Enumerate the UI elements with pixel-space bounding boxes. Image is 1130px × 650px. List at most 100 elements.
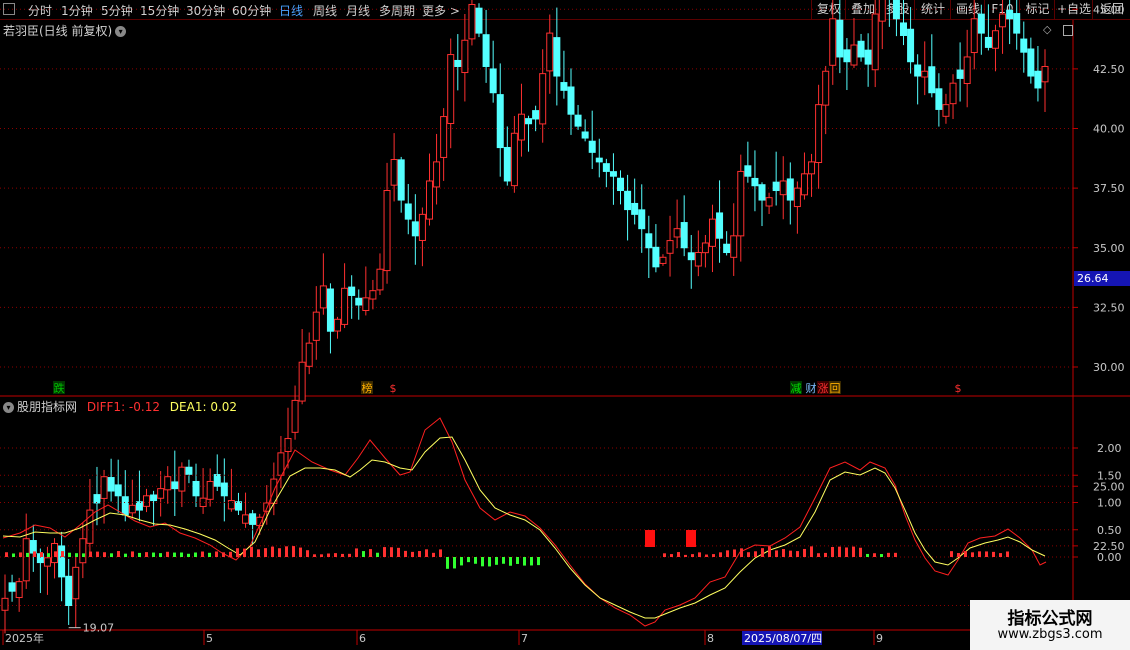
candle-body xyxy=(567,86,575,115)
time-label: 7 xyxy=(521,632,528,645)
candle-body xyxy=(984,36,992,48)
event-marker: 财 xyxy=(806,381,817,395)
histogram-bar xyxy=(369,549,372,557)
candle-body xyxy=(128,504,136,514)
histogram-bar xyxy=(803,548,806,557)
histogram-bar xyxy=(19,552,22,557)
histogram-bar xyxy=(26,552,29,557)
candle-body xyxy=(475,7,483,34)
candle-body xyxy=(249,513,257,525)
histogram-bar xyxy=(523,557,526,566)
candle-body xyxy=(142,495,150,507)
indicator-tick-label: 2.00 xyxy=(1097,442,1122,455)
candle-body xyxy=(1006,9,1014,20)
time-label: 8 xyxy=(707,632,714,645)
candle-body xyxy=(617,177,625,192)
candle-body xyxy=(560,82,568,91)
histogram-bar xyxy=(999,553,1002,557)
histogram-bar xyxy=(810,546,813,557)
chevron-down-icon[interactable]: ▾ xyxy=(115,26,127,37)
histogram-bar xyxy=(404,550,407,557)
watermark-title: 指标公式网 xyxy=(1007,609,1093,629)
price-tick-label: 32.50 xyxy=(1093,301,1125,314)
histogram-bar xyxy=(334,553,337,557)
candle-body xyxy=(546,32,554,72)
histogram-bar xyxy=(705,554,708,557)
histogram-bar xyxy=(530,557,533,566)
candle-body xyxy=(135,501,143,511)
histogram-bar xyxy=(425,549,428,557)
histogram-bar xyxy=(474,557,477,564)
histogram-bar xyxy=(663,553,666,557)
chevron-down-icon[interactable]: ▾ xyxy=(3,402,14,413)
candle-body xyxy=(454,59,462,67)
panel-toggle-icon[interactable] xyxy=(1062,24,1073,36)
histogram-bar xyxy=(145,552,148,557)
histogram-bar xyxy=(453,557,456,569)
indicator-title: ▾ 股朋指标网 DIFF1: -0.12 DEA1: 0.02 xyxy=(3,398,237,415)
candle-body xyxy=(652,246,660,268)
histogram-bar xyxy=(131,551,134,557)
histogram-bar xyxy=(68,552,71,557)
diamond-icon[interactable]: ◇ xyxy=(1043,23,1051,36)
candle-body xyxy=(730,235,738,258)
histogram-bar xyxy=(698,552,701,557)
candle-body xyxy=(609,171,617,177)
stock-chart[interactable]: 45.0042.5040.0037.5035.0032.5030.0025.00… xyxy=(0,0,1130,650)
histogram-bar xyxy=(488,557,491,567)
candle-body xyxy=(659,256,667,264)
histogram-bar xyxy=(831,547,834,557)
candle-body xyxy=(645,233,653,249)
histogram-bar xyxy=(467,557,470,563)
histogram-bar xyxy=(775,550,778,557)
candle-body xyxy=(850,44,858,66)
histogram-bar xyxy=(285,546,288,557)
histogram-bar xyxy=(12,553,15,557)
histogram-bar xyxy=(670,554,673,557)
candle-body xyxy=(100,476,108,499)
histogram-bar xyxy=(418,551,421,557)
watermark: 指标公式网 www.zbgs3.com xyxy=(970,600,1130,650)
candle-body xyxy=(921,70,929,78)
price-tick-label: 30.00 xyxy=(1093,361,1125,374)
candle-body xyxy=(680,222,688,249)
candle-body xyxy=(772,181,780,192)
candle-body xyxy=(178,466,186,492)
candle-body xyxy=(624,190,632,211)
indicator-name: 股朋指标网 xyxy=(17,400,78,414)
candle-body xyxy=(991,30,999,49)
candle-body xyxy=(341,287,349,325)
candle-body xyxy=(29,540,37,554)
candle-body xyxy=(404,203,412,220)
candle-body xyxy=(362,297,370,311)
histogram-bar xyxy=(859,547,862,557)
candle-body xyxy=(383,190,391,272)
histogram-bar xyxy=(397,547,400,557)
candle-body xyxy=(227,500,235,510)
histogram-bar xyxy=(985,551,988,557)
candle-body xyxy=(935,88,943,110)
dea-line xyxy=(2,436,1046,619)
indicator-tick-label: 1.00 xyxy=(1097,497,1122,510)
histogram-bar xyxy=(726,550,729,557)
histogram-bar xyxy=(229,551,232,557)
histogram-bar xyxy=(824,552,827,557)
candle-body xyxy=(440,116,448,158)
candle-body xyxy=(942,104,950,117)
histogram-bar xyxy=(992,551,995,557)
candle-body xyxy=(864,49,872,65)
candle-body xyxy=(418,213,426,241)
histogram-bar xyxy=(873,553,876,557)
candle-body xyxy=(857,40,865,58)
stock-title: 若羽臣(日线 前复权) xyxy=(3,24,113,38)
candle-body xyxy=(631,202,639,215)
candle-body xyxy=(58,545,66,578)
histogram-bar xyxy=(390,547,393,557)
candle-body xyxy=(150,494,158,502)
candle-body xyxy=(503,146,511,182)
histogram-bar xyxy=(1006,551,1009,557)
candle-body xyxy=(532,110,540,120)
indicator-tick-label: 0.50 xyxy=(1097,524,1122,537)
histogram-bar xyxy=(180,552,183,557)
candle-body xyxy=(15,581,23,599)
